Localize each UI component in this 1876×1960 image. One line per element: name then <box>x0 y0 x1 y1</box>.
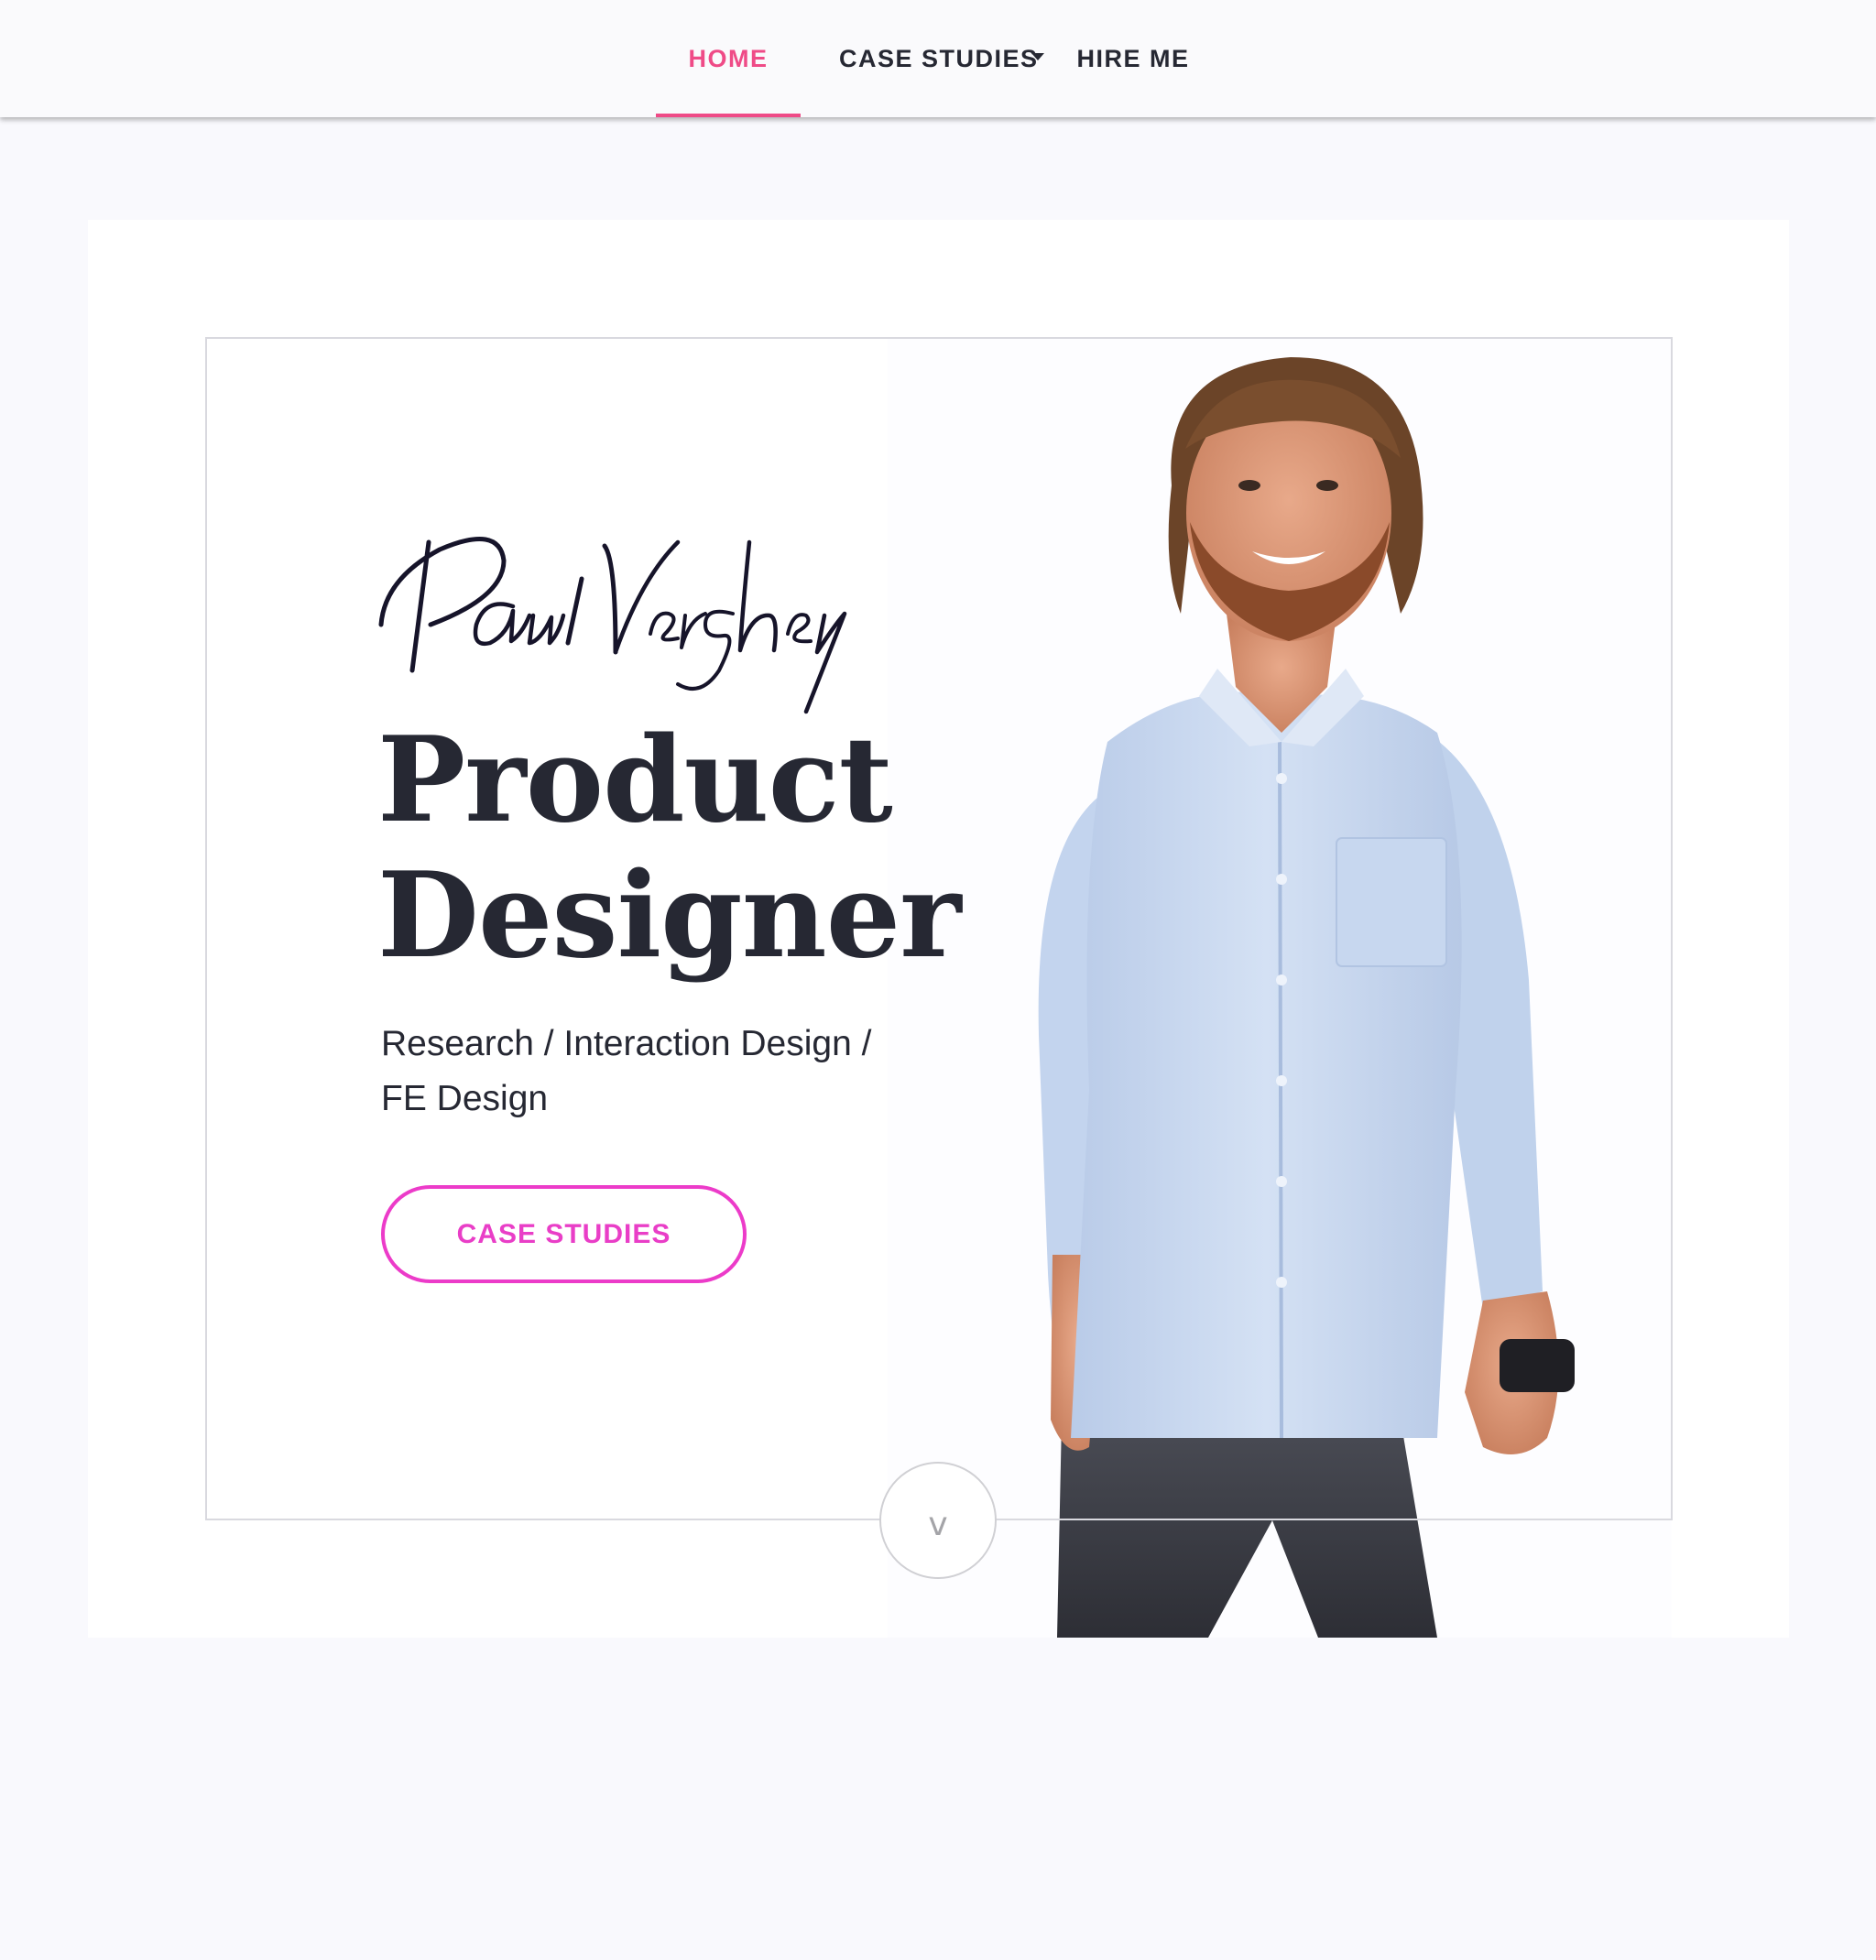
scroll-down-button[interactable]: v <box>879 1462 997 1579</box>
hero-title: Product Designer <box>377 712 962 985</box>
chevron-down-icon: v <box>928 1505 948 1543</box>
case-studies-button-label: CASE STUDIES <box>456 1218 671 1249</box>
nav-hire-me-link[interactable]: HIRE ME <box>1074 0 1193 117</box>
nav-home-link[interactable]: HOME <box>656 0 801 117</box>
hero-subtitle-line-1: Research / Interaction Design / <box>381 1024 872 1063</box>
active-tab-indicator <box>656 114 801 117</box>
hero-subtitle: Research / Interaction Design / FE Desig… <box>381 1017 894 1127</box>
nav-hire-me-label: HIRE ME <box>1076 44 1190 72</box>
hero-subtitle-line-2: FE Design <box>381 1079 549 1118</box>
top-navigation: HOME CASE STUDIES HIRE ME <box>0 0 1876 117</box>
nav-case-studies-link[interactable]: CASE STUDIES <box>830 0 1050 117</box>
nav-case-studies-label: CASE STUDIES <box>839 44 1039 72</box>
profile-photo <box>888 339 1672 1638</box>
signature-logo <box>376 524 852 716</box>
hero-title-line-1: Product <box>377 712 893 849</box>
case-studies-button[interactable]: CASE STUDIES <box>381 1185 747 1283</box>
caret-down-icon[interactable] <box>1031 53 1044 60</box>
hero-title-line-2: Designer <box>377 847 962 985</box>
nav-home-label: HOME <box>688 44 769 72</box>
